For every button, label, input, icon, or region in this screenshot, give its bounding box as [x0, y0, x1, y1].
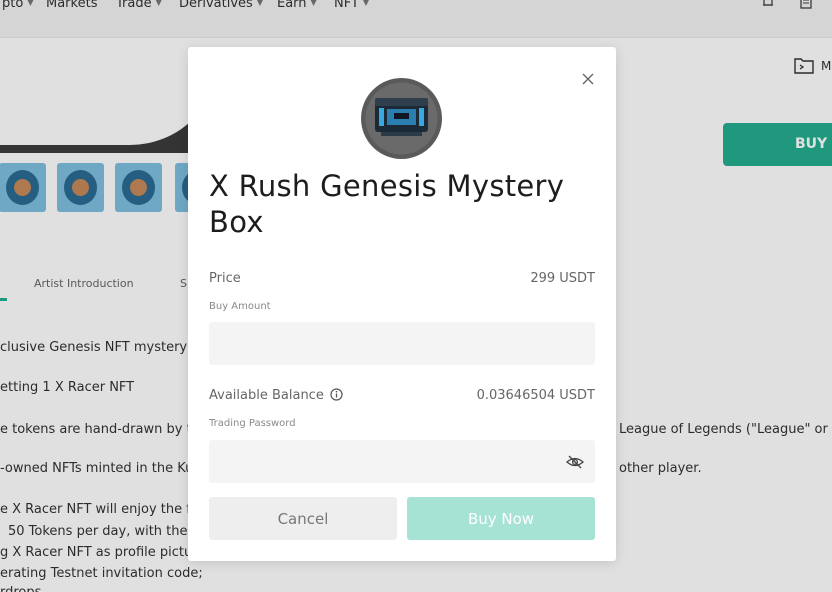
dialog-title: X Rush Genesis Mystery Box [209, 169, 565, 239]
eye-off-icon[interactable] [566, 454, 584, 469]
cancel-button[interactable]: Cancel [209, 497, 397, 540]
available-balance-row: Available Balance [209, 388, 343, 405]
trading-password-input[interactable] [209, 440, 595, 483]
available-balance-value: 0.03646504 USDT [476, 388, 595, 403]
price-value: 299 USDT [530, 271, 595, 286]
buy-amount-label: Buy Amount [209, 301, 271, 312]
buy-now-button[interactable]: Buy Now [407, 497, 595, 540]
mystery-box-image [361, 78, 442, 159]
buy-amount-input[interactable] [209, 322, 595, 365]
info-icon[interactable] [330, 388, 343, 405]
close-icon[interactable] [580, 71, 596, 87]
available-balance-label: Available Balance [209, 388, 324, 403]
purchase-dialog: X Rush Genesis Mystery Box Price 299 USD… [188, 47, 616, 561]
price-label: Price [209, 271, 241, 286]
trading-password-label: Trading Password [209, 418, 296, 429]
